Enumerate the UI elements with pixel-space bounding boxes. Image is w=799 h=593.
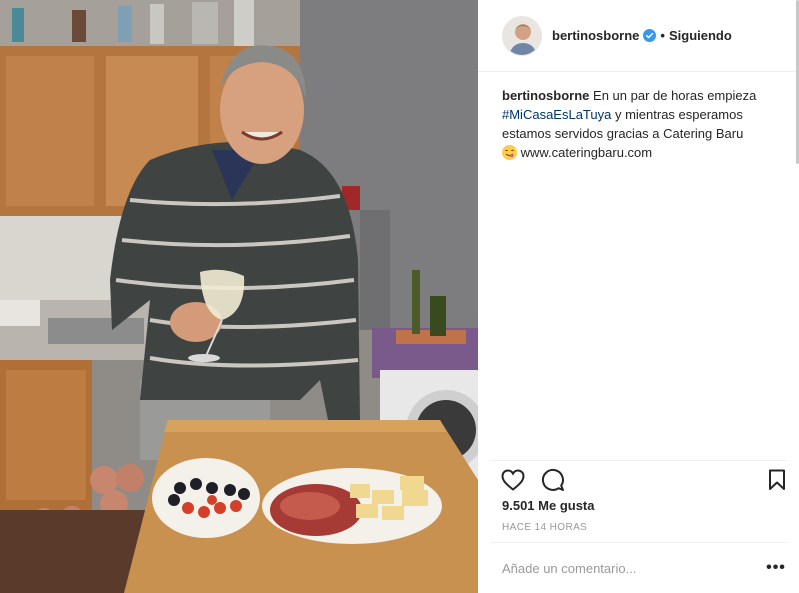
likes-count[interactable]: 9.501 Me gusta: [502, 498, 595, 513]
post-photo[interactable]: [0, 0, 478, 593]
yum-face-emoji: [502, 145, 517, 160]
post-header: bertinosborne • Siguiendo: [478, 0, 799, 72]
comment-area: •••: [490, 542, 787, 593]
caption-link[interactable]: www.cateringbaru.com: [517, 145, 653, 160]
action-bar: [490, 460, 787, 500]
caption-hashtag[interactable]: #MiCasaEsLaTuya: [502, 107, 611, 122]
header-separator: •: [660, 28, 665, 43]
like-button[interactable]: [500, 467, 526, 493]
header-username[interactable]: bertinosborne: [552, 28, 639, 43]
post-timestamp[interactable]: HACE 14 HORAS: [502, 522, 587, 533]
post-caption: bertinosborne En un par de horas empieza…: [502, 86, 785, 162]
comment-input[interactable]: [502, 561, 742, 576]
emoji-face: [502, 145, 517, 160]
avatar[interactable]: [502, 15, 542, 56]
caption-username[interactable]: bertinosborne: [502, 88, 589, 103]
caption-text-before: En un par de horas empieza: [589, 88, 757, 103]
avatar-image: [503, 16, 541, 55]
bookmark-icon: [769, 469, 785, 490]
verified-badge-icon: [643, 29, 657, 42]
follow-button[interactable]: Siguiendo: [669, 28, 732, 43]
photo-illustration: [0, 0, 478, 593]
post-side-panel: bertinosborne • Siguiendo bertinosborne …: [478, 0, 799, 593]
comment-bubble-icon: [542, 469, 564, 491]
more-options-button[interactable]: •••: [765, 557, 787, 579]
heart-icon: [501, 469, 525, 491]
comment-button[interactable]: [540, 467, 566, 493]
save-button[interactable]: [764, 467, 790, 493]
